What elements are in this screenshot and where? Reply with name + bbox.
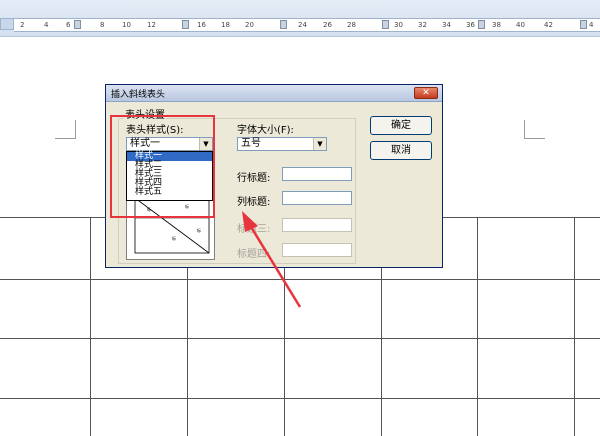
annotation-arrow (242, 211, 302, 308)
